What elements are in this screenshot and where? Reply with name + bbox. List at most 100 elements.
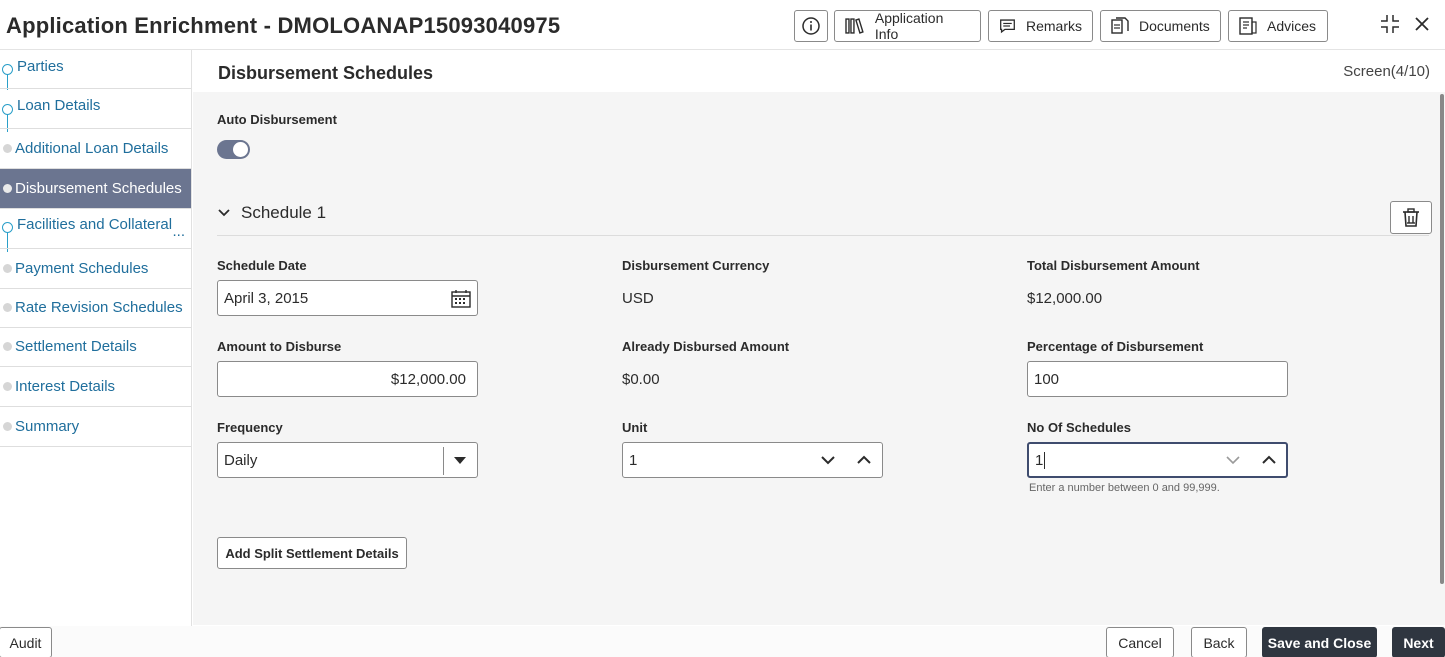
schedule-date-value: April 3, 2015 [224, 289, 309, 307]
total-disbursement-amount-label: Total Disbursement Amount [1027, 258, 1200, 273]
info-button[interactable] [794, 10, 828, 42]
remarks-label: Remarks [1025, 18, 1082, 34]
documents-label: Documents [1139, 18, 1210, 34]
frequency-select[interactable]: Daily [217, 442, 478, 478]
more-icon[interactable]: ... [172, 223, 185, 240]
sidebar-item-label: Payment Schedules [15, 260, 149, 277]
collapse-icon[interactable] [1380, 14, 1400, 34]
page-title: Application Enrichment - DMOLOANAP150930… [6, 13, 561, 38]
add-split-settlement-button[interactable]: Add Split Settlement Details [217, 537, 407, 569]
sidebar-item-label: Settlement Details [15, 338, 137, 355]
close-icon[interactable] [1414, 16, 1430, 32]
cancel-button[interactable]: Cancel [1106, 627, 1174, 657]
comment-icon [1000, 19, 1015, 34]
section-header: Disbursement Schedules Screen(4/10) [193, 50, 1445, 92]
schedule-date-label: Schedule Date [217, 258, 307, 273]
disbursement-currency-label: Disbursement Currency [622, 258, 770, 273]
step-dot-icon [3, 264, 12, 273]
advices-label: Advices [1267, 18, 1317, 34]
divider [217, 235, 1429, 236]
main-content: Disbursement Schedules Screen(4/10) Auto… [193, 50, 1445, 625]
percentage-of-disbursement-label: Percentage of Disbursement [1027, 339, 1204, 354]
chevron-up-icon[interactable] [857, 455, 871, 465]
footer: Audit Cancel Back Save and Close Next [0, 626, 1445, 657]
sidebar-item-summary[interactable]: Summary [0, 407, 191, 447]
sidebar-item-additional-loan-details[interactable]: Additional Loan Details [0, 129, 191, 169]
delete-schedule-button[interactable] [1390, 201, 1432, 234]
unit-stepper[interactable]: 1 [622, 442, 883, 478]
amount-to-disburse-value: $12,000.00 [390, 370, 466, 388]
sidebar-item-rate-revision-schedules[interactable]: Rate Revision Schedules [0, 288, 191, 328]
save-and-close-button[interactable]: Save and Close [1262, 627, 1377, 657]
sidebar-item-label: Rate Revision Schedules [15, 299, 183, 316]
frequency-value: Daily [224, 451, 258, 469]
back-button[interactable]: Back [1191, 627, 1247, 657]
step-dot-icon [3, 184, 12, 193]
chevron-down-icon[interactable] [1226, 455, 1240, 465]
sidebar-item-label: Additional Loan Details [15, 140, 169, 157]
check-icon [2, 64, 13, 75]
sidebar-item-loan-details[interactable]: Loan Details [0, 89, 191, 129]
screen-counter: Screen(4/10) [1343, 63, 1430, 80]
sidebar-item-label: Summary [15, 418, 80, 435]
sidebar-item-label: Disbursement Schedules [15, 180, 182, 197]
caret-down-icon [454, 457, 466, 464]
application-info-label: Application Info [874, 10, 944, 42]
chevron-down-icon [218, 209, 230, 217]
sidebar-item-facilities-collateral[interactable]: Facilities and Collateral ... [0, 209, 191, 249]
no-of-schedules-stepper[interactable]: 1 [1027, 442, 1288, 478]
header: Application Enrichment - DMOLOANAP150930… [0, 0, 1445, 50]
calendar-icon[interactable] [451, 289, 471, 308]
sidebar-item-label: Parties [17, 57, 64, 75]
already-disbursed-amount-value: $0.00 [622, 371, 660, 388]
text-cursor [1044, 451, 1046, 469]
sidebar-nav: Parties Loan Details Additional Loan Det… [0, 50, 192, 627]
step-dot-icon [3, 303, 12, 312]
documents-button[interactable]: Documents [1100, 10, 1221, 42]
step-dot-icon [3, 342, 12, 351]
sidebar-item-label: Loan Details [17, 97, 101, 114]
trash-icon [1403, 207, 1419, 227]
toggle-knob [233, 142, 248, 157]
sidebar-item-parties[interactable]: Parties [0, 50, 191, 89]
percentage-of-disbursement-input[interactable]: 100 [1027, 361, 1288, 397]
sidebar-item-disbursement-schedules[interactable]: Disbursement Schedules [0, 169, 191, 209]
total-disbursement-amount-value: $12,000.00 [1027, 290, 1103, 307]
unit-label: Unit [622, 420, 648, 435]
sidebar-item-label: Interest Details [15, 378, 116, 395]
unit-value: 1 [629, 451, 638, 469]
step-dot-icon [3, 422, 12, 431]
already-disbursed-amount-label: Already Disbursed Amount [622, 339, 790, 354]
step-dot-icon [3, 382, 12, 391]
no-of-schedules-hint: Enter a number between 0 and 99,999. [1029, 482, 1220, 494]
remarks-button[interactable]: Remarks [988, 10, 1093, 42]
auto-disbursement-label: Auto Disbursement [217, 112, 337, 127]
audit-button[interactable]: Audit [0, 627, 52, 657]
schedule-title: Schedule 1 [241, 203, 327, 222]
application-info-button[interactable]: Application Info [834, 10, 981, 42]
schedule-1-header[interactable]: Schedule 1 [217, 203, 326, 223]
sidebar-item-interest-details[interactable]: Interest Details [0, 367, 191, 407]
chevron-up-icon[interactable] [1262, 455, 1276, 465]
library-icon [845, 18, 864, 34]
advices-button[interactable]: Advices [1228, 10, 1328, 42]
amount-to-disburse-input[interactable]: $12,000.00 [217, 361, 478, 397]
disbursement-currency-value: USD [622, 290, 654, 307]
chevron-down-icon[interactable] [821, 455, 835, 465]
check-icon [2, 104, 13, 115]
step-dot-icon [3, 144, 12, 153]
no-of-schedules-value: 1 [1035, 451, 1044, 469]
main-scrollbar[interactable] [1440, 94, 1444, 584]
sidebar-item-payment-schedules[interactable]: Payment Schedules [0, 249, 191, 289]
no-of-schedules-label: No Of Schedules [1027, 420, 1132, 435]
frequency-label: Frequency [217, 420, 283, 435]
info-icon [802, 17, 820, 35]
sidebar-item-label: Facilities and Collateral [17, 216, 173, 233]
check-icon [2, 222, 13, 233]
auto-disbursement-toggle[interactable] [217, 140, 250, 159]
next-button[interactable]: Next [1392, 627, 1445, 657]
schedule-date-field[interactable]: April 3, 2015 [217, 280, 478, 316]
sidebar-item-settlement-details[interactable]: Settlement Details [0, 327, 191, 367]
document-icon [1111, 17, 1129, 34]
section-title: Disbursement Schedules [218, 63, 434, 83]
